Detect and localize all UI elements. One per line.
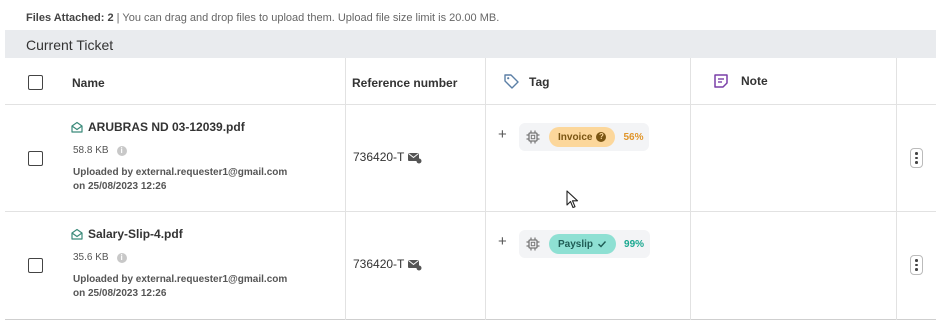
- uploaded-by: Uploaded by external.requester1@gmail.co…: [73, 274, 288, 285]
- files-attached-count: Files Attached: 2: [26, 12, 114, 24]
- chip-icon: [526, 130, 540, 144]
- tag-pill-invoice[interactable]: Invoice ?: [549, 127, 616, 147]
- upload-instructions: | You can drag and drop files to upload …: [113, 12, 500, 24]
- column-divider: [485, 58, 486, 320]
- column-divider: [345, 58, 346, 320]
- tag-container: Invoice ? 56%: [519, 123, 650, 151]
- mouse-cursor-icon: [566, 190, 579, 209]
- uploaded-on: on 25/08/2023 12:26: [73, 181, 167, 192]
- envelope-open-icon: [71, 228, 83, 240]
- note-icon: [714, 74, 728, 88]
- note-header-label: Note: [741, 74, 768, 88]
- tag-label: Payslip: [558, 238, 594, 250]
- tag-header-label: Tag: [529, 74, 550, 89]
- tag-pill-payslip[interactable]: Payslip: [549, 234, 617, 254]
- uploaded-on: on 25/08/2023 12:26: [73, 288, 167, 299]
- envelope-open-icon: [71, 121, 83, 133]
- table-row: ARUBRAS ND 03-12039.pdf 58.8 KB i Upload…: [5, 105, 936, 212]
- files-attached-info: Files Attached: 2 | You can drag and dro…: [5, 6, 936, 30]
- check-icon: [598, 241, 607, 248]
- file-name[interactable]: Salary-Slip-4.pdf: [71, 227, 183, 241]
- reference-number-text: 736420-T: [353, 257, 405, 271]
- file-name[interactable]: ARUBRAS ND 03-12039.pdf: [71, 120, 245, 134]
- reference-number: 736420-T: [353, 257, 422, 271]
- file-name-text: Salary-Slip-4.pdf: [88, 227, 183, 241]
- row-checkbox[interactable]: [28, 258, 43, 273]
- uploaded-by: Uploaded by external.requester1@gmail.co…: [73, 167, 288, 178]
- file-name-text: ARUBRAS ND 03-12039.pdf: [88, 120, 245, 134]
- section-header: Current Ticket: [5, 30, 936, 58]
- chip-icon: [526, 237, 540, 251]
- info-icon[interactable]: i: [116, 252, 127, 263]
- column-divider: [896, 58, 897, 320]
- column-header-name[interactable]: Name: [72, 76, 105, 90]
- reference-number-text: 736420-T: [353, 150, 405, 164]
- file-size-text: 35.6 KB: [73, 252, 109, 263]
- more-options-button[interactable]: [910, 255, 923, 275]
- file-size-text: 58.8 KB: [73, 145, 109, 156]
- file-size: 58.8 KB i: [73, 145, 127, 156]
- table-header: Name Reference number Tag Note: [5, 58, 936, 105]
- mail-icon[interactable]: [407, 258, 422, 271]
- section-title: Current Ticket: [26, 37, 114, 53]
- row-checkbox[interactable]: [28, 151, 43, 166]
- column-header-note[interactable]: Note: [713, 73, 768, 89]
- more-options-button[interactable]: [910, 148, 923, 168]
- column-header-reference[interactable]: Reference number: [352, 76, 457, 90]
- file-size: 35.6 KB i: [73, 252, 127, 263]
- upload-info: Uploaded by external.requester1@gmail.co…: [73, 166, 287, 194]
- confidence-score: 56%: [623, 131, 644, 143]
- add-tag-button[interactable]: +: [498, 233, 507, 250]
- add-tag-button[interactable]: +: [498, 126, 507, 143]
- reference-number: 736420-T: [353, 150, 422, 164]
- confidence-score: 99%: [624, 238, 645, 250]
- tag-label: Invoice: [558, 131, 593, 143]
- tag-icon: [504, 74, 519, 89]
- column-divider: [690, 58, 691, 320]
- select-all-checkbox[interactable]: [28, 75, 43, 90]
- table-row: Salary-Slip-4.pdf 35.6 KB i Uploaded by …: [5, 212, 936, 319]
- attachments-table: Name Reference number Tag Note ARUBRAS N…: [5, 58, 936, 320]
- mail-icon[interactable]: [407, 151, 422, 164]
- upload-info: Uploaded by external.requester1@gmail.co…: [73, 273, 287, 301]
- info-icon[interactable]: i: [116, 145, 127, 156]
- tag-container: Payslip 99%: [519, 230, 651, 258]
- column-header-tag[interactable]: Tag: [503, 73, 549, 90]
- question-icon[interactable]: ?: [596, 132, 607, 142]
